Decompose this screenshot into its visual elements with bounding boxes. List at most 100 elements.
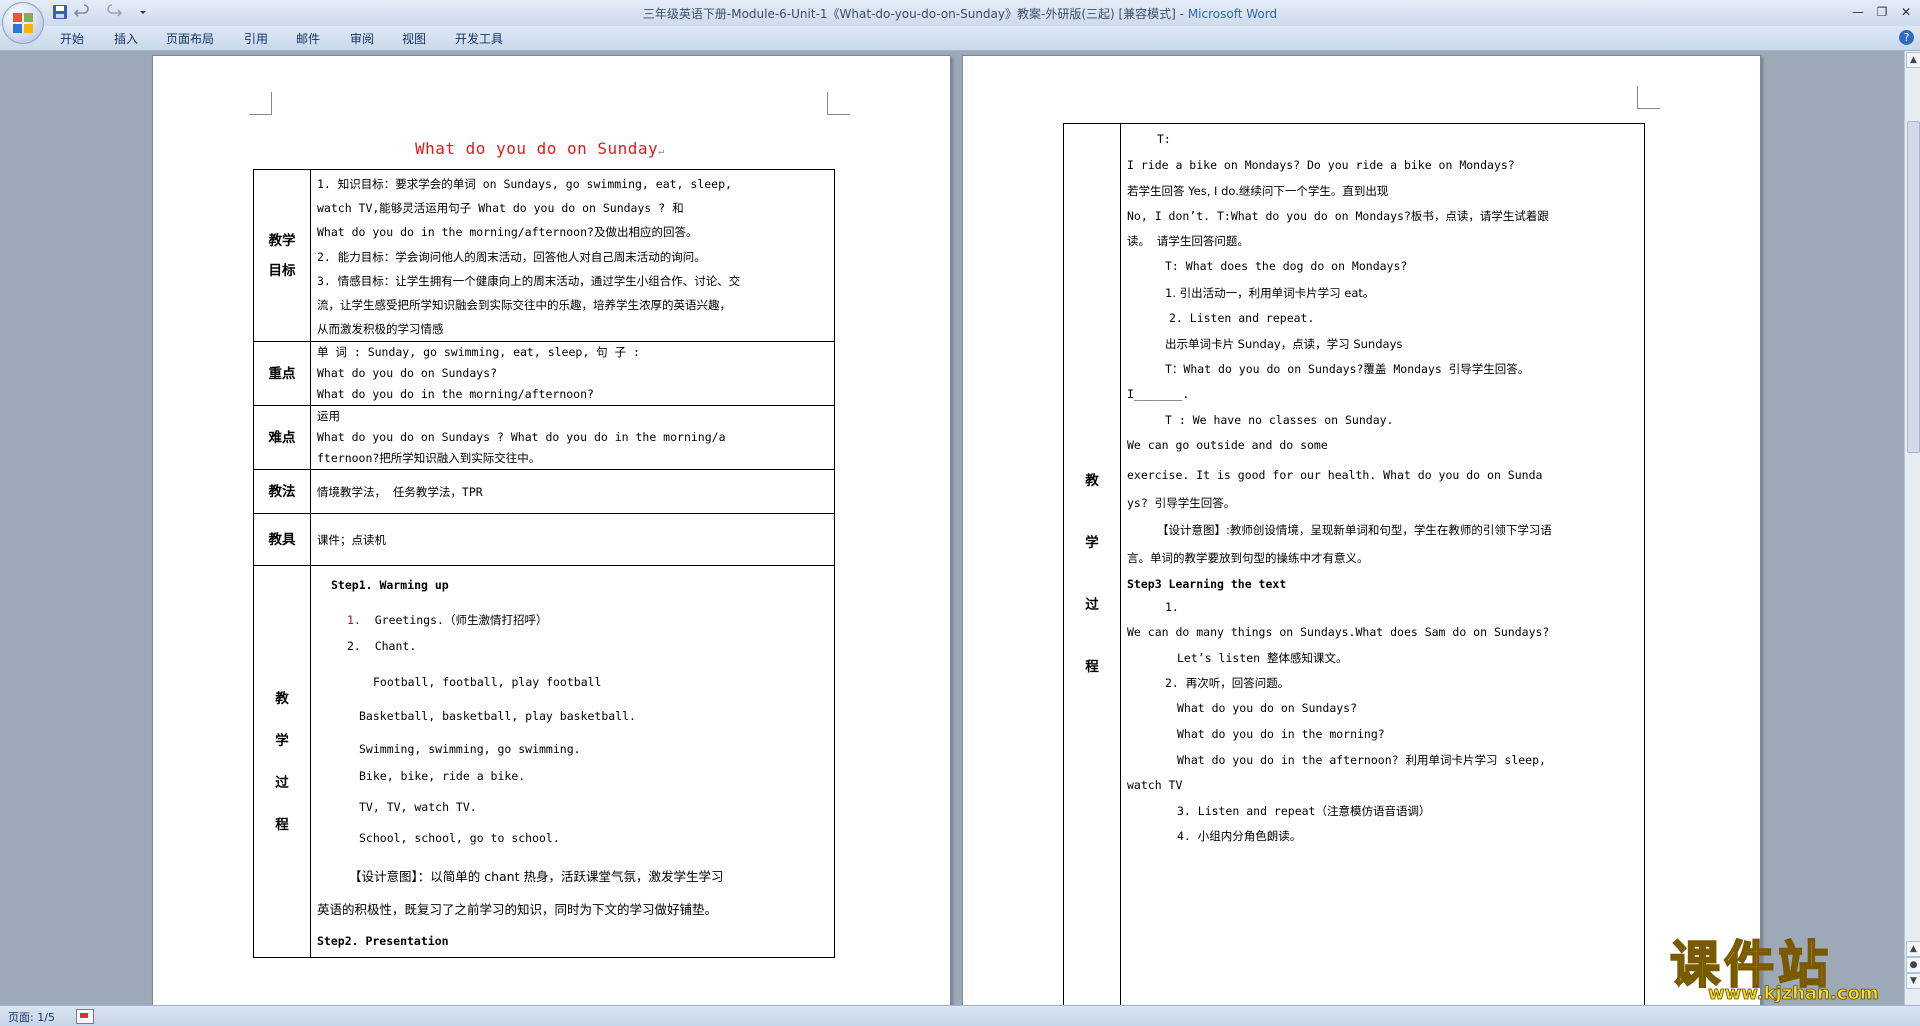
difficult-line: fternoon?把所学知识融入到实际交往中。 xyxy=(317,451,541,466)
watermark-url: www.kjzhan.com xyxy=(1708,983,1879,1005)
process-item: 1. Greetings.（师生激情打招呼） xyxy=(347,613,548,628)
ribbon-tab-bar: 开始 插入 页面布局 引用 邮件 审阅 视图 开发工具 ? xyxy=(0,26,1920,51)
scroll-next-page-button[interactable]: ▼ xyxy=(1906,973,1920,989)
goal-line: 流，让学生感受把所学知识融会到实际交往中的乐趣，培养学生浓厚的英语兴趣， xyxy=(317,298,731,313)
design-intent-line: 英语的积极性，既复习了之前学习的知识，同时为下文的学习做好铺垫。 xyxy=(317,902,718,918)
document-workspace[interactable]: What do you do on Sunday↵ 教学目标 1. 知识目标：要… xyxy=(0,51,1904,1005)
process-cell: Step1. Warming up 1. Greetings.（师生激情打招呼）… xyxy=(310,565,835,959)
tab-mailings[interactable]: 邮件 xyxy=(296,30,320,47)
page-2: 教学过程 T: I ride a bike on Mondays? Do you … xyxy=(962,55,1761,1005)
scroll-select-browse-button[interactable]: ● xyxy=(1906,957,1920,973)
help-icon[interactable]: ? xyxy=(1899,30,1914,45)
process-line: What do you do in the afternoon? 利用单词卡片学… xyxy=(1177,753,1546,767)
scrollbar-thumb[interactable] xyxy=(1907,121,1920,453)
label-process-text: 教学过程 xyxy=(275,690,289,833)
lesson-plan-table: 教学目标 1. 知识目标：要求学会的单词 on Sundays, go swim… xyxy=(253,168,835,959)
process-line: 言。单词的教学要放到句型的操练中才有意义。 xyxy=(1127,551,1369,565)
crop-mark xyxy=(1637,86,1660,109)
office-button[interactable] xyxy=(2,2,44,44)
process-line: 【设计意图】:教师创设情境，呈现新单词和句型，学生在教师的引领下学习语 xyxy=(1157,523,1552,537)
goal-line: watch TV,能够灵活运用句子 What do you do on Sund… xyxy=(317,201,684,216)
label-goals: 教学目标 xyxy=(253,168,311,343)
goal-line: 2. 能力目标：学会询问他人的周末活动，回答他人对自己周末活动的询问。 xyxy=(317,249,706,264)
process-line: What do you do in the morning? xyxy=(1177,727,1385,741)
goal-line: 从而激发积极的学习情感 xyxy=(317,322,444,337)
process-line: What do you do on Sundays? xyxy=(1177,701,1358,715)
tab-home[interactable]: 开始 xyxy=(60,30,84,47)
scroll-up-button[interactable]: ▲ xyxy=(1906,52,1920,68)
page-1: What do you do on Sunday↵ 教学目标 1. 知识目标：要… xyxy=(152,55,951,1005)
process-cell-2: T: I ride a bike on Mondays? Do you ride … xyxy=(1120,123,1645,1005)
item-text: Chant. xyxy=(374,639,417,654)
label-process-2: 教学过程 xyxy=(1063,123,1121,1005)
document-heading: What do you do on Sunday↵ xyxy=(415,139,665,158)
label-process-2-text: 教学过程 xyxy=(1085,472,1099,675)
process-line: 1. xyxy=(1165,600,1179,614)
chant-line: Swimming, swimming, go swimming. xyxy=(359,742,581,757)
process-line: ys? 引导学生回答。 xyxy=(1127,496,1236,510)
label-method-text: 教法 xyxy=(268,483,296,500)
step3-heading: Step3 Learning the text xyxy=(1127,577,1287,591)
process-line: We can do many things on Sundays.What do… xyxy=(1127,625,1550,639)
status-bar: 页面: 1/5 xyxy=(0,1005,1920,1026)
office-logo-icon xyxy=(13,13,33,33)
process-line: Let’s listen 整体感知课文。 xyxy=(1177,651,1348,665)
close-button[interactable]: ✕ xyxy=(1894,3,1918,21)
tools-text: 课件；点读机 xyxy=(317,532,386,547)
title-bar: 三年级英语下册-Module-6-Unit-1《What-do-you-do-o… xyxy=(0,0,1920,27)
process-item: 2. Chant. xyxy=(347,639,417,654)
process-line: T : We have no classes on Sunday. xyxy=(1165,413,1394,427)
chant-line: School, school, go to school. xyxy=(359,831,560,846)
tab-review[interactable]: 审阅 xyxy=(350,30,374,47)
process-line: 出示单词卡片 Sunday，点读，学习 Sundays xyxy=(1165,337,1403,351)
key-line: 单 词 : Sunday, go swimming, eat, sleep, 句… xyxy=(317,345,640,360)
tab-page-layout[interactable]: 页面布局 xyxy=(166,30,214,47)
process-line: 若学生回答 Yes, I do.继续问下一个学生。直到出现 xyxy=(1127,184,1389,198)
difficult-cell: 运用 What do you do on Sundays ? What do y… xyxy=(310,405,835,471)
goal-line: 1. 知识目标：要求学会的单词 on Sundays, go swimming,… xyxy=(317,177,732,191)
page-count[interactable]: 页面: 1/5 xyxy=(8,1009,55,1025)
chant-line: Bike, bike, ride a bike. xyxy=(359,769,526,784)
maximize-button[interactable]: ❐ xyxy=(1870,3,1894,21)
process-line: 读。 请学生回答问题。 xyxy=(1127,234,1249,248)
goal-line: 3. 情感目标：让学生拥有一个健康向上的周末活动，通过学生小组合作、讨论、交 xyxy=(317,273,741,288)
crop-mark xyxy=(249,92,272,115)
label-tools: 教具 xyxy=(253,513,311,567)
item-text: Greetings.（师生激情打招呼） xyxy=(374,613,548,628)
key-cell: 单 词 : Sunday, go swimming, eat, sleep, 句… xyxy=(310,341,835,407)
process-line: T: What does the dog do on Mondays? xyxy=(1165,259,1408,273)
process-line: watch TV xyxy=(1127,778,1183,792)
difficult-line: 运用 xyxy=(317,409,340,424)
method-text: 情境教学法， 任务教学法，TPR xyxy=(317,484,483,499)
label-process: 教学过程 xyxy=(253,565,311,959)
label-tools-text: 教具 xyxy=(268,531,296,548)
process-line: T：What do you do on Sundays?覆盖 Mondays 引… xyxy=(1165,362,1530,376)
tab-insert[interactable]: 插入 xyxy=(114,30,138,47)
process-line: T: xyxy=(1157,132,1171,146)
minimize-button[interactable]: — xyxy=(1846,3,1870,21)
chant-line: Football, football, play football xyxy=(373,675,602,690)
goals-cell: 1. 知识目标：要求学会的单词 on Sundays, go swimming,… xyxy=(310,168,835,343)
design-intent-line: 【设计意图】：以简单的 chant 热身，活跃课堂气氛，激发学生学习 xyxy=(349,869,724,885)
step2-heading: Step2. Presentation xyxy=(317,934,449,949)
label-key-text: 重点 xyxy=(268,365,296,382)
scroll-prev-page-button[interactable]: ▲ xyxy=(1906,941,1920,957)
key-line: What do you do in the morning/afternoon? xyxy=(317,387,594,402)
process-line: We can go outside and do some xyxy=(1127,438,1328,452)
process-line: I_______. xyxy=(1127,387,1190,401)
lesson-plan-table-cont: 教学过程 T: I ride a bike on Mondays? Do you … xyxy=(1063,123,1645,1005)
process-line: exercise. It is good for our health. Wha… xyxy=(1127,468,1543,482)
process-line: 4. 小组内分角色朗读。 xyxy=(1177,829,1302,843)
label-method: 教法 xyxy=(253,469,311,515)
label-key: 重点 xyxy=(253,341,311,407)
process-line: I ride a bike on Mondays? Do you ride a … xyxy=(1127,158,1515,172)
proofing-icon[interactable] xyxy=(76,1009,94,1024)
crop-mark xyxy=(827,92,850,115)
chant-line: TV, TV, watch TV. xyxy=(359,800,477,815)
tab-references[interactable]: 引用 xyxy=(244,30,268,47)
tab-developer[interactable]: 开发工具 xyxy=(455,30,503,47)
vertical-scrollbar[interactable]: ▲ ▲ ● ▼ xyxy=(1904,51,1920,1005)
watermark-logo: 课件站 www.kjzhan.com xyxy=(1669,925,1905,1005)
tab-view[interactable]: 视图 xyxy=(402,30,426,47)
goal-line: What do you do in the morning/afternoon?… xyxy=(317,225,698,240)
